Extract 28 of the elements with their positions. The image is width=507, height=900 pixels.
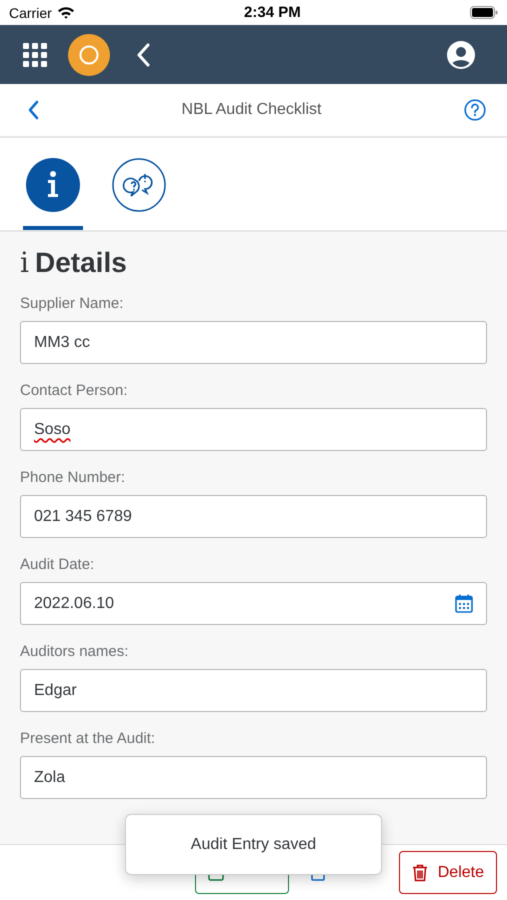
input-field[interactable]: 021 345 6789 [20, 495, 487, 538]
battery-icon [470, 6, 498, 19]
section-title: Details [34, 247, 127, 279]
delete-button[interactable]: Delete [398, 851, 497, 894]
input-field[interactable]: Zola [20, 756, 487, 799]
input-field[interactable]: MM3 cc [20, 321, 487, 364]
field-label: Audit Date: [20, 556, 96, 573]
field-label: Auditors names: [20, 643, 130, 660]
back-icon[interactable] [27, 100, 39, 120]
wifi-icon [56, 6, 75, 19]
field-label: Supplier Name: [20, 295, 124, 312]
clock-time: 2:34 PM [244, 4, 301, 21]
user-icon[interactable] [447, 40, 475, 68]
app-grid-icon[interactable] [23, 42, 47, 66]
field-label: Present at the Audit: [20, 730, 156, 747]
input-field[interactable]: Edgar [20, 669, 487, 712]
field-label: Contact Person: [20, 382, 129, 399]
calendar-icon[interactable] [455, 594, 473, 613]
date-field[interactable]: 2022.06.10 [20, 582, 487, 625]
help-icon[interactable] [464, 99, 486, 121]
carrier-label: Carrier [9, 4, 52, 20]
page-title: NBL Audit Checklist [182, 101, 322, 119]
info-glyph: i [20, 246, 29, 279]
input-field[interactable]: Soso [20, 408, 487, 451]
trash-icon [412, 864, 428, 882]
logo-icon [68, 34, 110, 76]
saved-toast: Audit Entry saved [125, 814, 382, 875]
field-label: Phone Number: [20, 469, 126, 486]
